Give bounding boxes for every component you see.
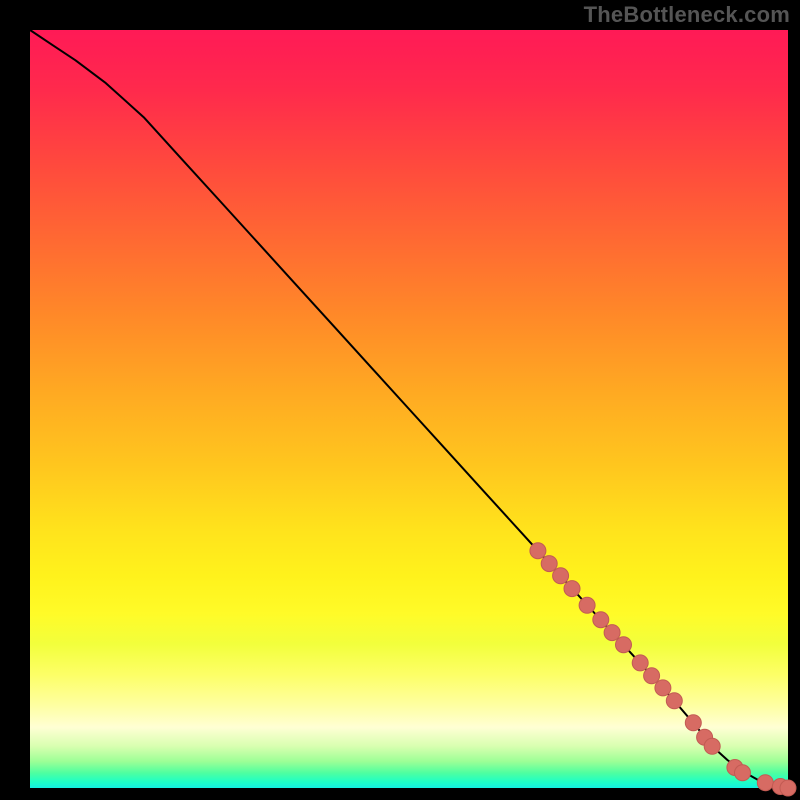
curve-marker: [780, 780, 796, 796]
curve-line: [30, 30, 788, 788]
chart-frame: TheBottleneck.com: [0, 0, 800, 800]
curve-marker: [655, 680, 671, 696]
curve-marker: [579, 597, 595, 613]
curve-marker: [735, 765, 751, 781]
curve-marker: [757, 775, 773, 791]
curve-marker: [541, 556, 557, 572]
plot-area: [30, 30, 788, 788]
curve-marker: [685, 715, 701, 731]
chart-svg: [30, 30, 788, 788]
curve-marker: [530, 543, 546, 559]
curve-marker: [604, 625, 620, 641]
curve-marker: [553, 568, 569, 584]
curve-marker: [632, 655, 648, 671]
curve-marker: [564, 581, 580, 597]
curve-marker: [704, 738, 720, 754]
curve-marker: [616, 637, 632, 653]
curve-marker: [593, 612, 609, 628]
curve-marker: [666, 693, 682, 709]
curve-markers: [530, 543, 796, 796]
watermark-text: TheBottleneck.com: [584, 2, 790, 28]
curve-marker: [644, 668, 660, 684]
